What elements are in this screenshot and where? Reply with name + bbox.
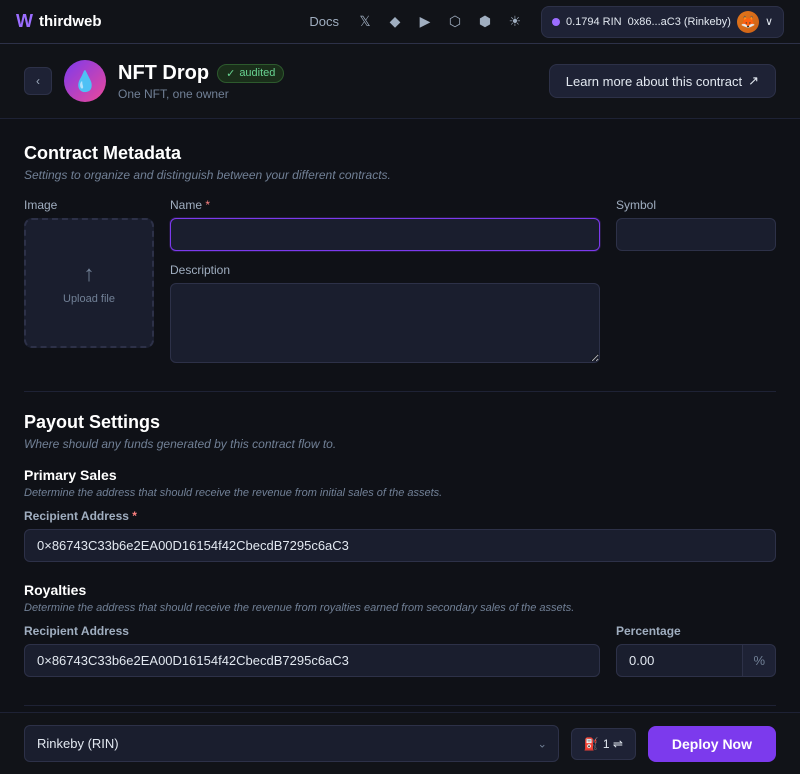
royalties-recipient-label: Recipient Address (24, 624, 600, 638)
image-label: Image (24, 198, 154, 212)
metadata-form-row: Image ↑ Upload file Name * Description (24, 198, 776, 363)
github-icon[interactable]: ⬡ (445, 12, 465, 32)
primary-sales-subsection: Primary Sales Determine the address that… (24, 467, 776, 562)
wallet-chevron-icon: ∨ (765, 15, 773, 28)
name-label: Name * (170, 198, 600, 212)
payout-settings-title: Payout Settings (24, 412, 776, 433)
deploy-button[interactable]: Deploy Now (648, 726, 776, 762)
wallet-address: 0x86...aC3 (Rinkeby) (628, 16, 731, 28)
recipient-address-label: Recipient Address * (24, 509, 776, 523)
back-button[interactable]: ‹ (24, 67, 52, 95)
payout-settings-subtitle: Where should any funds generated by this… (24, 437, 776, 451)
description-field-group: Description (170, 263, 600, 363)
description-input[interactable] (170, 283, 600, 363)
royalties-percentage-group: Percentage % (616, 624, 776, 677)
primary-sales-title: Primary Sales (24, 467, 776, 483)
contract-icon: 💧 (64, 60, 106, 102)
deploy-label: Deploy Now (672, 736, 752, 752)
gas-button[interactable]: ⛽ 1 ⇌ (571, 728, 636, 760)
logo-w-icon: W (16, 11, 33, 32)
bottom-bar: Rinkeby (RIN) Ethereum (ETH) Polygon (MA… (0, 712, 800, 774)
wallet-button[interactable]: 0.1794 RIN 0x86...aC3 (Rinkeby) 🦊 ∨ (541, 6, 784, 38)
theme-icon[interactable]: ☀ (505, 12, 525, 32)
upload-icon: ↑ (84, 261, 95, 287)
percentage-label: Percentage (616, 624, 776, 638)
contract-subtitle: One NFT, one owner (118, 87, 537, 101)
gas-icon: ⛽ (584, 737, 599, 751)
external-link-icon: ↗ (748, 73, 759, 89)
contract-title: NFT Drop (118, 62, 209, 85)
contract-header: ‹ 💧 NFT Drop ✓ audited One NFT, one owne… (0, 44, 800, 119)
discord-icon[interactable]: ◆ (385, 12, 405, 32)
name-field-group: Name * (170, 198, 600, 251)
symbol-label: Symbol (616, 198, 776, 212)
contract-metadata-section: Contract Metadata Settings to organize a… (24, 143, 776, 363)
learn-more-label: Learn more about this contract (566, 74, 742, 89)
upload-label: Upload file (63, 293, 115, 305)
symbol-group: Symbol (616, 198, 776, 251)
royalties-subsection: Royalties Determine the address that sho… (24, 582, 776, 677)
youtube-icon[interactable]: ▶ (415, 12, 435, 32)
royalties-row: Recipient Address Percentage % (24, 624, 776, 677)
upload-box[interactable]: ↑ Upload file (24, 218, 154, 348)
description-label: Description (170, 263, 600, 277)
name-input[interactable] (170, 218, 600, 251)
twitter-icon[interactable]: 𝕏 (355, 12, 375, 32)
contract-title-group: NFT Drop ✓ audited One NFT, one owner (118, 62, 537, 101)
contract-metadata-subtitle: Settings to organize and distinguish bet… (24, 168, 776, 182)
audited-badge: ✓ audited (217, 64, 284, 83)
divider-1 (24, 391, 776, 392)
network-select[interactable]: Rinkeby (RIN) Ethereum (ETH) Polygon (MA… (24, 725, 559, 762)
social-icons: 𝕏 ◆ ▶ ⬡ ⬢ ☀ (355, 12, 525, 32)
percentage-input-group: % (616, 644, 776, 677)
payout-settings-section: Payout Settings Where should any funds g… (24, 412, 776, 677)
royalties-subtitle: Determine the address that should receiv… (24, 602, 776, 614)
image-group: Image ↑ Upload file (24, 198, 154, 348)
gas-label: 1 ⇌ (603, 737, 623, 751)
percentage-input[interactable] (616, 644, 743, 677)
wallet-dot (552, 18, 560, 26)
docs-link[interactable]: Docs (309, 14, 339, 29)
form-content: Contract Metadata Settings to organize a… (0, 119, 800, 713)
checkmark-icon: ✓ (226, 67, 235, 80)
royalties-title: Royalties (24, 582, 776, 598)
symbol-input[interactable] (616, 218, 776, 251)
audited-label: audited (239, 67, 275, 79)
wallet-avatar: 🦊 (737, 11, 759, 33)
name-description-group: Name * Description (170, 198, 600, 363)
contract-title-row: NFT Drop ✓ audited (118, 62, 537, 85)
wallet-balance: 0.1794 RIN (566, 16, 622, 28)
nav-links: Docs (309, 14, 339, 29)
divider-2 (24, 705, 776, 706)
royalties-recipient-input[interactable] (24, 644, 600, 677)
primary-sales-subtitle: Determine the address that should receiv… (24, 487, 776, 499)
network-select-wrapper: Rinkeby (RIN) Ethereum (ETH) Polygon (MA… (24, 725, 559, 762)
logo-text: thirdweb (39, 13, 102, 30)
contract-metadata-title: Contract Metadata (24, 143, 776, 164)
royalties-address-group: Recipient Address (24, 624, 600, 677)
logo[interactable]: W thirdweb (16, 11, 102, 32)
back-arrow-icon: ‹ (36, 74, 40, 88)
primary-sales-recipient-input[interactable] (24, 529, 776, 562)
learn-more-button[interactable]: Learn more about this contract ↗ (549, 64, 776, 98)
eth-icon[interactable]: ⬢ (475, 12, 495, 32)
percent-suffix: % (743, 644, 776, 677)
top-navigation: W thirdweb Docs 𝕏 ◆ ▶ ⬡ ⬢ ☀ 0.1794 RIN 0… (0, 0, 800, 44)
